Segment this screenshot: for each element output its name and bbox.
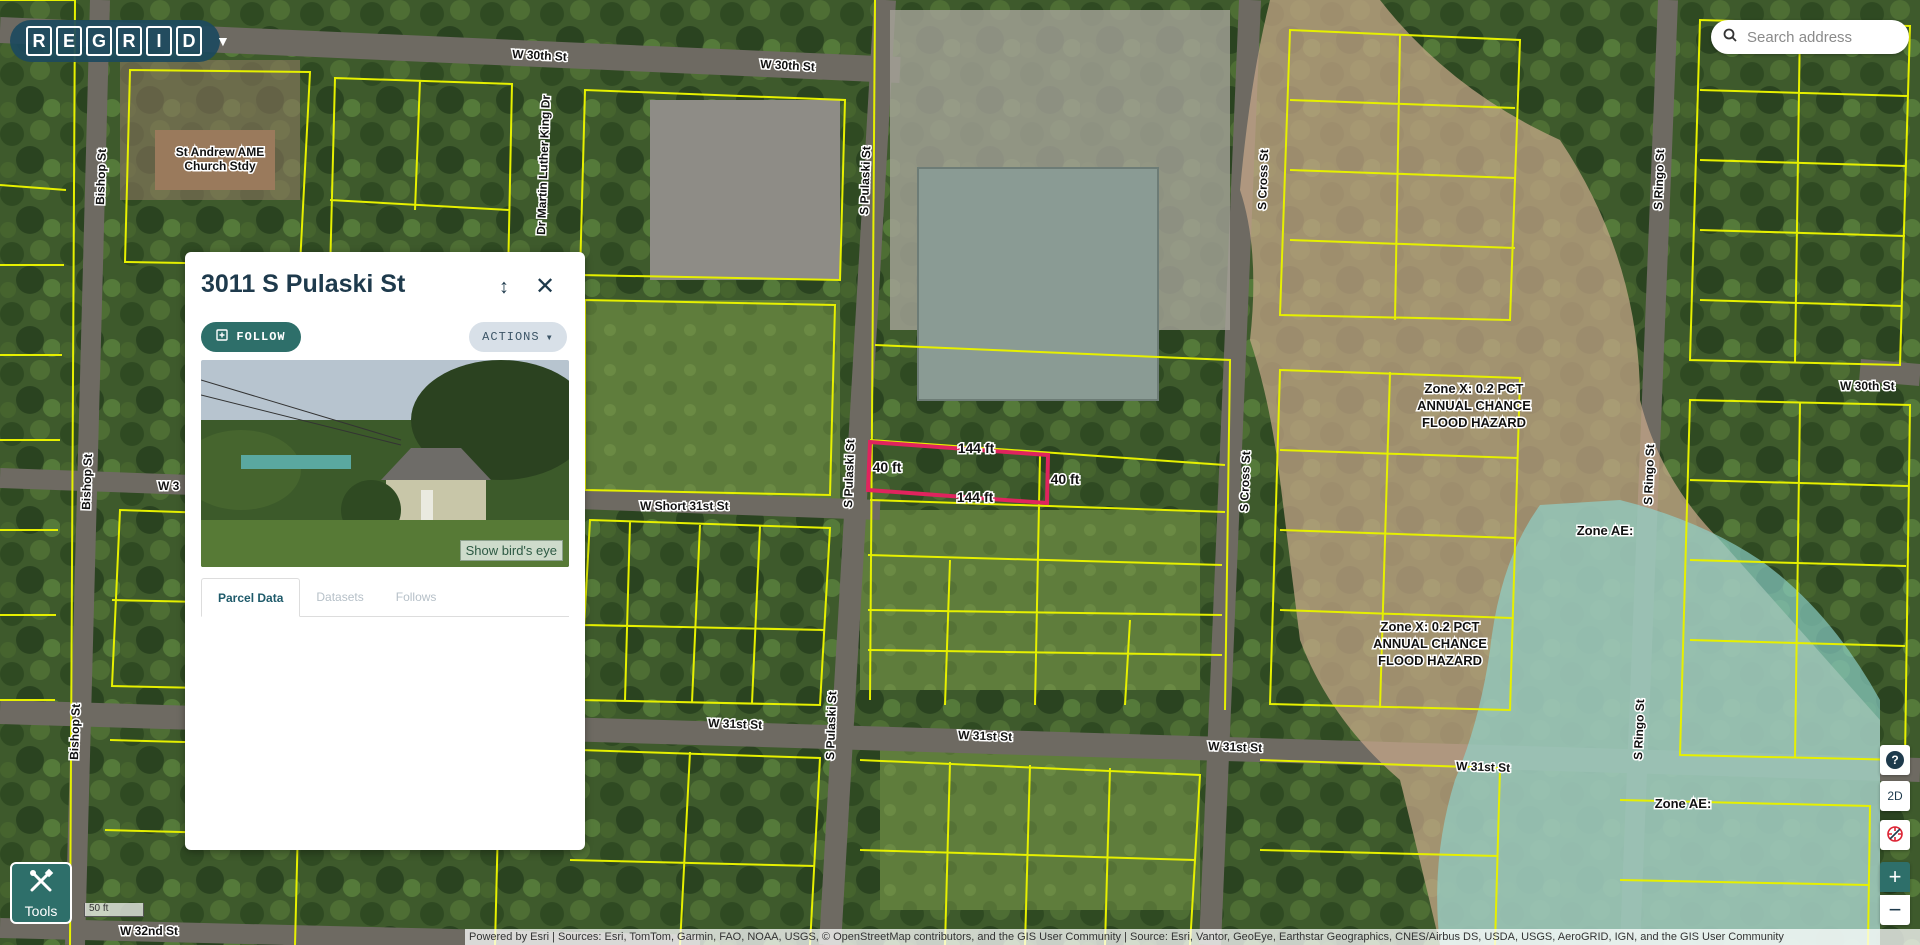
logo-letter: E (56, 26, 82, 56)
tab-follows[interactable]: Follows (380, 578, 453, 616)
church-building (155, 130, 275, 190)
search-box[interactable] (1711, 20, 1909, 54)
tab-datasets[interactable]: Datasets (300, 578, 379, 616)
logo-letter: I (146, 26, 172, 56)
show-birds-eye-button[interactable]: Show bird's eye (459, 540, 563, 561)
street-view-photo[interactable]: Show bird's eye (201, 360, 569, 567)
caret-down-icon: ▾ (545, 330, 554, 345)
parcel-panel: 3011 S Pulaski St ↕ ✕ FOLLOW ACTIONS ▾ S… (185, 252, 585, 850)
tools-button[interactable]: Tools (10, 862, 72, 924)
follow-label: FOLLOW (236, 330, 286, 344)
logo-letter: D (176, 26, 202, 56)
logo-letter: R (116, 26, 142, 56)
school-building-roof (917, 167, 1159, 401)
scale-bar: 50 ft (84, 903, 144, 917)
lawn-area (860, 510, 1200, 690)
lawn-area (580, 300, 840, 500)
tab-parcel-data[interactable]: Parcel Data (201, 578, 301, 617)
actions-dropdown[interactable]: ACTIONS ▾ (469, 322, 567, 352)
view-mode-toggle[interactable]: 2D (1880, 781, 1910, 811)
parcel-title: 3011 S Pulaski St (201, 270, 406, 298)
regrid-logo-menu[interactable]: REGRID ▼ (10, 20, 230, 62)
tools-label: Tools (24, 902, 58, 919)
chevron-down-icon: ▼ (216, 33, 230, 49)
lawn-area (880, 740, 1200, 910)
close-icon[interactable]: ✕ (535, 272, 555, 301)
resize-vertical-icon[interactable]: ↕ (499, 276, 509, 299)
bookmark-plus-icon (216, 329, 229, 345)
logo-letter: G (86, 26, 112, 56)
zoom-in-button[interactable]: + (1880, 862, 1910, 892)
panel-tabs: Parcel Data Datasets Follows (201, 578, 569, 617)
locate-button[interactable] (1880, 820, 1910, 850)
search-input[interactable] (1745, 27, 1899, 47)
help-button[interactable]: ? (1880, 745, 1910, 775)
parking-lot (650, 100, 840, 280)
map-attribution: Powered by Esri | Sources: Esri, TomTom,… (465, 929, 1920, 945)
house-photo (201, 360, 569, 567)
help-icon: ? (1886, 751, 1904, 769)
logo-letter: R (26, 26, 52, 56)
tools-icon (28, 868, 54, 899)
follow-button[interactable]: FOLLOW (201, 322, 301, 352)
zoom-out-button[interactable]: − (1880, 895, 1910, 925)
search-icon (1723, 28, 1737, 47)
actions-label: ACTIONS (482, 330, 540, 344)
regrid-logo: REGRID (26, 26, 202, 56)
compass-icon (1886, 825, 1904, 846)
